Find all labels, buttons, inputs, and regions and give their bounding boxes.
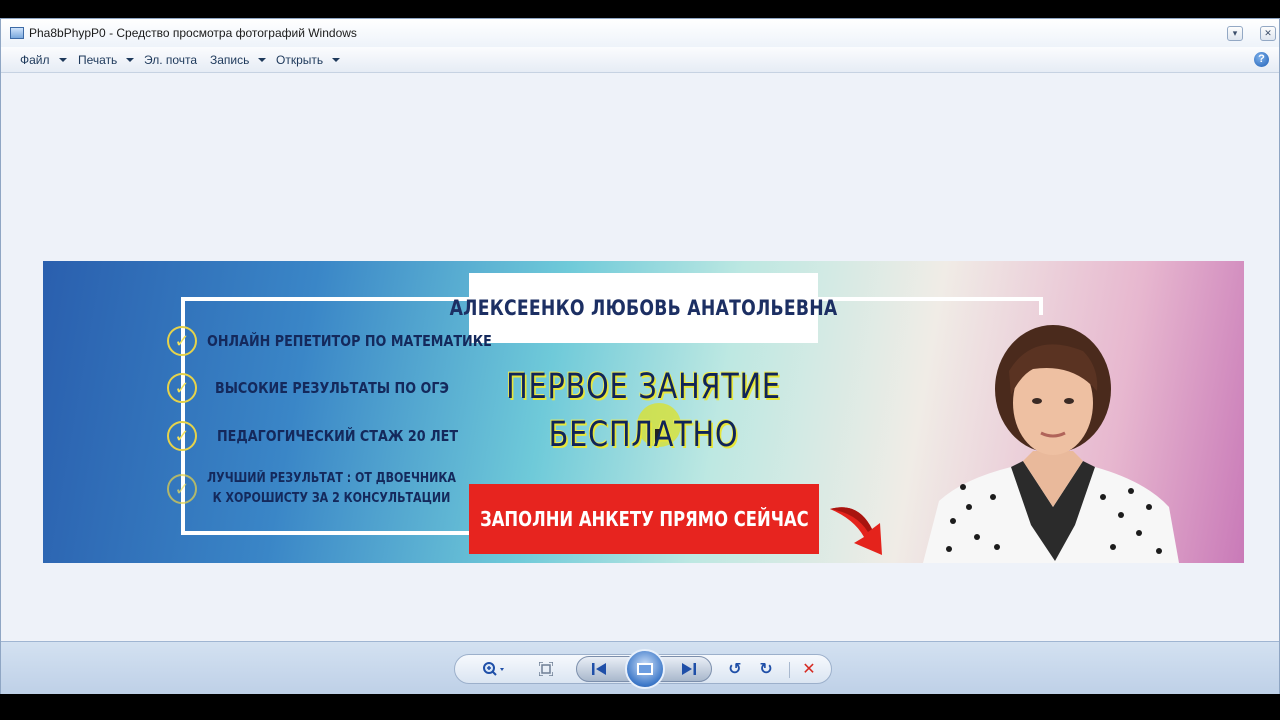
menu-open-label: Открыть [276,53,324,67]
zoom-icon[interactable] [477,655,511,683]
image-view-area: АЛЕКСЕЕНКО ЛЮБОВЬ АНАТОЛЬЕВНА ✓ ОНЛАЙН Р… [1,73,1279,640]
check-circle-icon: ✓ [167,373,197,403]
cta-label: ЗАПОЛНИ АНКЕТУ ПРЯМО СЕЙЧАС [479,507,809,531]
menu-burn[interactable]: Запись [210,53,267,67]
slideshow-screen [637,663,653,675]
bullet-item: ✓ ОНЛАЙН РЕПЕТИТОР ПО МАТЕМАТИКЕ [167,326,542,356]
frame-line [181,531,471,535]
check-circle-icon: ✓ [167,326,197,356]
check-circle-icon: ✓ [167,421,197,451]
photo-viewer-app-icon [10,27,24,39]
title-bar: Pha8bPhypP0 - Средство просмотра фотогра… [1,19,1279,48]
menu-print-label: Печать [78,53,118,67]
photo-viewer-window: Pha8bPhypP0 - Средство просмотра фотогра… [0,18,1280,695]
menu-email[interactable]: Эл. почта [144,53,197,67]
window-title: Pha8bPhypP0 - Средство просмотра фотогра… [29,26,357,40]
close-button[interactable]: ✕ [1260,26,1276,41]
bullet-text-line2: К ХОРОШИСТУ ЗА 2 КОНСУЛЬТАЦИИ [212,491,451,506]
bullet-text: ПЕДАГОГИЧЕСКИЙ СТАЖ 20 ЛЕТ [217,427,459,445]
chevron-down-icon [58,58,67,62]
menu-file-label: Файл [20,53,50,67]
toolbar-pill: ↺ ↻ ✕ [454,649,832,689]
next-icon[interactable] [675,655,703,683]
slideshow-icon[interactable] [625,649,665,689]
promo-text: ПЕРВОЕ ЗАНЯТИЕ БЕСПЛАТНО [469,363,818,459]
bullet-item: ✓ ЛУЧШИЙ РЕЗУЛЬТАТ : ОТ ДВОЕЧНИКА К ХОРО… [167,469,500,509]
previous-icon[interactable] [585,655,613,683]
menu-email-label: Эл. почта [144,53,198,67]
menu-bar: Файл Печать Эл. почта Запись Открыть ? [1,47,1279,73]
menu-open[interactable]: Открыть [276,53,341,67]
bullet-item: ✓ ВЫСОКИЕ РЕЗУЛЬТАТЫ ПО ОГЭ [167,373,490,403]
tutor-name: АЛЕКСЕЕНКО ЛЮБОВЬ АНАТОЛЬЕВНА [449,296,838,320]
delete-icon[interactable]: ✕ [795,655,823,683]
tutor-portrait [923,325,1179,563]
rotate-clockwise-icon[interactable]: ↻ [752,655,780,683]
mouse-cursor-icon [655,429,660,443]
chevron-down-icon [332,58,341,62]
menu-burn-label: Запись [210,53,250,67]
actual-size-icon[interactable] [532,655,560,683]
rotate-counterclockwise-icon[interactable]: ↺ [721,655,749,683]
bullet-text: ЛУЧШИЙ РЕЗУЛЬТАТ : ОТ ДВОЕЧНИКА К ХОРОШИ… [207,469,456,509]
check-circle-icon: ✓ [167,474,197,504]
bullet-text: ОНЛАЙН РЕПЕТИТОР ПО МАТЕМАТИКЕ [207,332,492,350]
chevron-down-icon [126,58,135,62]
minimize-button[interactable]: ▾ [1227,26,1243,41]
promo-line2: БЕСПЛАТНО [548,415,739,455]
red-arrow-icon [830,507,882,555]
bullet-text-line1: ЛУЧШИЙ РЕЗУЛЬТАТ : ОТ ДВОЕЧНИКА [207,471,456,486]
cta-fill-form-button[interactable]: ЗАПОЛНИ АНКЕТУ ПРЯМО СЕЙЧАС [469,484,819,554]
bullet-text: ВЫСОКИЕ РЕЗУЛЬТАТЫ ПО ОГЭ [215,379,449,397]
displayed-banner-image: АЛЕКСЕЕНКО ЛЮБОВЬ АНАТОЛЬЕВНА ✓ ОНЛАЙН Р… [43,261,1244,563]
menu-file[interactable]: Файл [20,53,67,67]
chevron-down-icon [258,58,267,62]
bottom-toolbar: ↺ ↻ ✕ [1,641,1279,695]
help-icon[interactable]: ? [1254,52,1269,67]
toolbar-separator [789,662,790,678]
screen-bottom-edge [0,694,1280,720]
bullet-item: ✓ ПЕДАГОГИЧЕСКИЙ СТАЖ 20 ЛЕТ [167,421,501,451]
promo-line1: ПЕРВОЕ ЗАНЯТИЕ [506,367,781,407]
menu-print[interactable]: Печать [78,53,135,67]
